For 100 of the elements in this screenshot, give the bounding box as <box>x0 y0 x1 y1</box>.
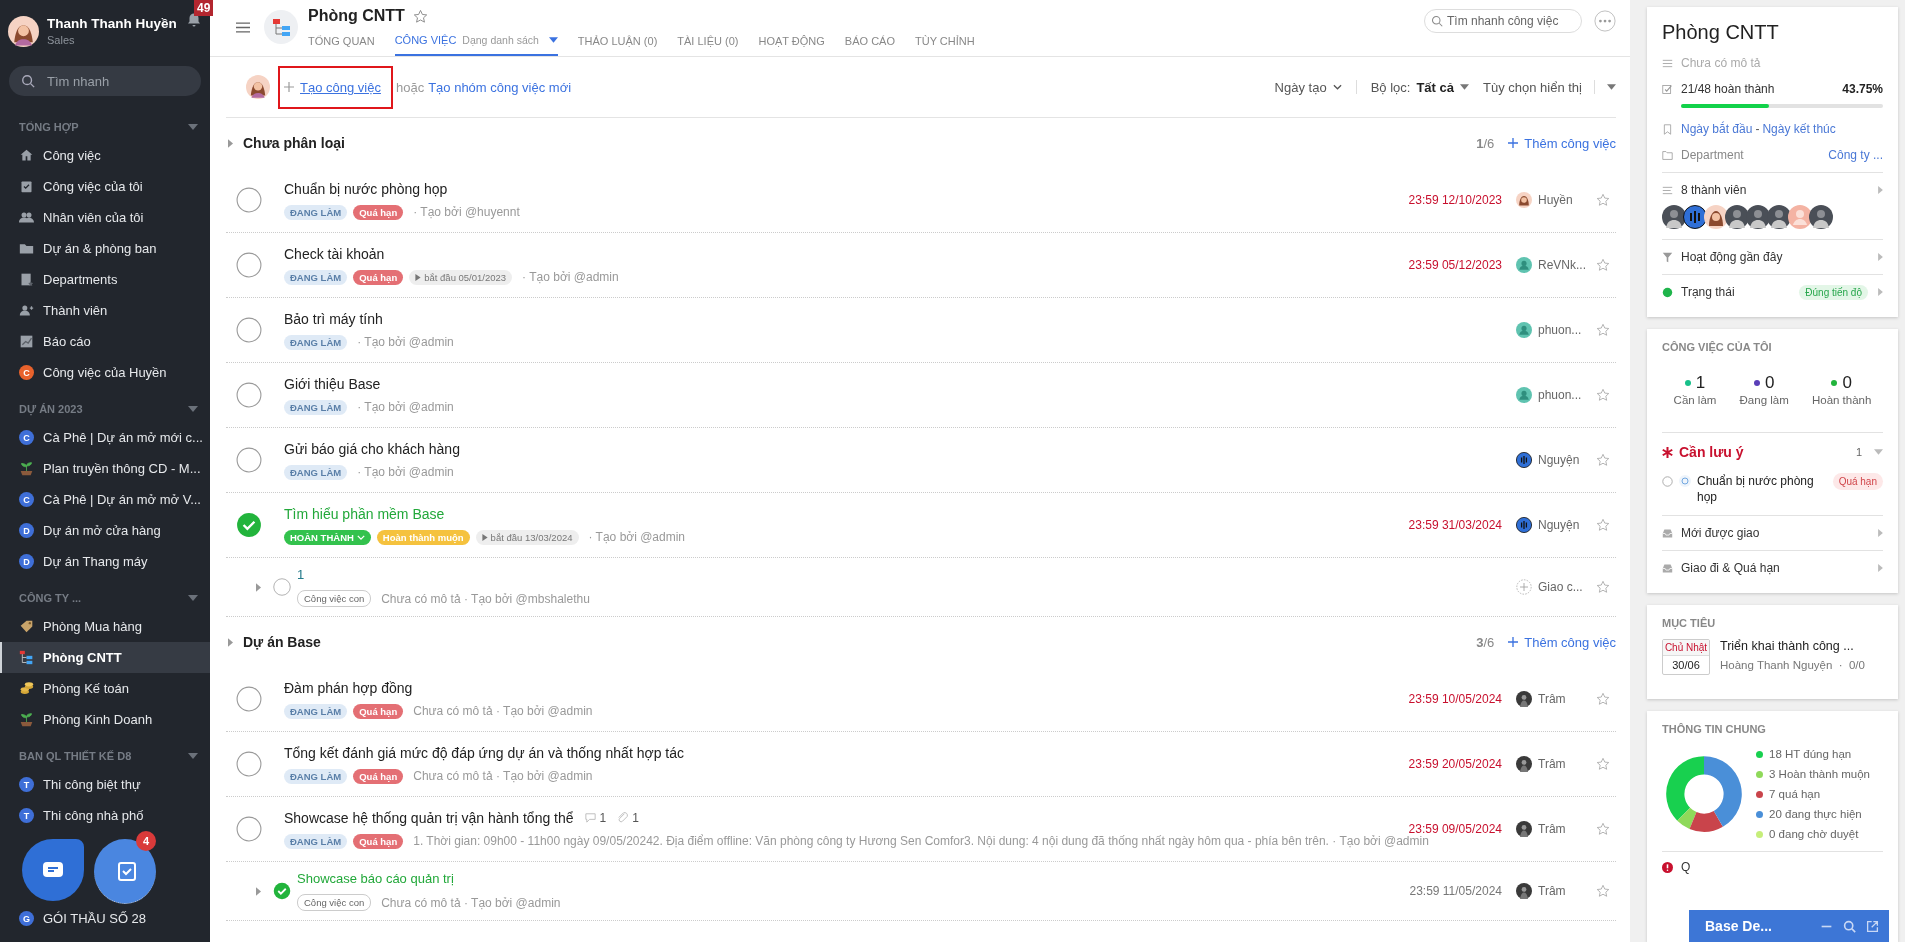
sidebar-item[interactable]: C Cà Phê | Dự án mở mới c... <box>0 422 210 453</box>
assignee-avatar[interactable] <box>1516 452 1532 468</box>
task-list-link[interactable]: Giao đi & Quá hạn <box>1681 561 1780 575</box>
sidebar-item[interactable]: Phòng CNTT <box>0 642 210 673</box>
tab[interactable]: HOẠT ĐỘNG <box>758 34 825 56</box>
sidebar-item[interactable]: C Cà Phê | Dự án mở mở V... <box>0 484 210 515</box>
assignee-avatar[interactable] <box>1516 756 1532 772</box>
expand-arrow-icon[interactable] <box>1878 253 1883 261</box>
task-checkbox[interactable] <box>236 187 262 213</box>
sidebar-item[interactable]: Báo cáo <box>0 326 210 357</box>
search-field[interactable]: Tìm nhanh <box>9 66 201 96</box>
task-checkbox[interactable] <box>236 816 262 842</box>
member-avatar[interactable] <box>1683 205 1707 229</box>
member-avatar[interactable] <box>1767 205 1791 229</box>
tab[interactable]: THẢO LUẬN (0) <box>577 34 658 56</box>
expand-arrow-icon[interactable] <box>1878 529 1883 537</box>
star-icon[interactable] <box>412 8 428 24</box>
task-title[interactable]: Chuẩn bị nước phòng họp <box>284 180 448 197</box>
expand-arrow-icon[interactable] <box>1878 564 1883 572</box>
task-list-link[interactable]: Mới được giao <box>1681 526 1760 540</box>
task-checkbox[interactable] <box>273 578 291 596</box>
more-icon[interactable] <box>1594 10 1616 32</box>
tab[interactable]: CÔNG VIỆC Dạng danh sách <box>394 34 558 56</box>
task-title[interactable]: Showcase hệ thống quản trị vận hành tổng thể <box>284 809 574 826</box>
sidebar-item[interactable]: Phòng Kế toán <box>0 673 210 704</box>
star-icon[interactable] <box>1596 580 1610 594</box>
star-icon[interactable] <box>1596 884 1610 898</box>
sidebar-item[interactable]: Thành viên <box>0 295 210 326</box>
caret-icon[interactable] <box>228 138 233 148</box>
sidebar-item[interactable]: Plan truyền thông CD - M... <box>0 453 210 484</box>
tab[interactable]: BÁO CÁO <box>844 34 895 56</box>
member-avatar[interactable] <box>1809 205 1833 229</box>
star-icon[interactable] <box>1596 193 1610 207</box>
expand-arrow-icon[interactable] <box>1878 288 1883 296</box>
filter-dropdown[interactable]: Bộ lọc: Tất cả <box>1370 79 1469 95</box>
task-title[interactable]: Giới thiệu Base <box>284 375 381 392</box>
assignee-avatar[interactable] <box>1516 821 1532 837</box>
expand-arrow-icon[interactable] <box>1878 186 1883 194</box>
task-title[interactable]: Bảo trì máy tính <box>284 310 383 327</box>
display-options-dropdown[interactable]: Tùy chọn hiển thị <box>1483 79 1616 95</box>
sidebar-item[interactable]: T Thi công biệt thự <box>0 769 210 800</box>
task-checkbox[interactable] <box>236 252 262 278</box>
sidebar-item[interactable]: Nhân viên của tôi <box>0 202 210 233</box>
caret-icon[interactable] <box>188 406 198 412</box>
star-icon[interactable] <box>1596 757 1610 771</box>
sidebar-item[interactable]: D Dự án Thang máy <box>0 546 210 577</box>
assignee-avatar[interactable] <box>1516 517 1532 533</box>
completed-check-icon[interactable] <box>273 882 291 900</box>
member-avatar[interactable] <box>1662 205 1686 229</box>
search-icon[interactable] <box>1843 919 1856 933</box>
star-icon[interactable] <box>1596 323 1610 337</box>
caret-icon[interactable] <box>256 886 261 896</box>
tab[interactable]: TÀI LIỆU (0) <box>677 34 739 56</box>
add-task-link[interactable]: Thêm công việc <box>1508 135 1616 151</box>
task-checkbox[interactable] <box>236 686 262 712</box>
sort-dropdown[interactable]: Ngày tạo <box>1274 79 1342 95</box>
task-checkbox[interactable] <box>236 447 262 473</box>
sidebar-item[interactable]: D Dự án mở cửa hàng <box>0 515 210 546</box>
subtask-title[interactable]: 1 <box>297 567 305 582</box>
task-title[interactable]: Tổng kết đánh giá mức độ đáp ứng dự án và thống nhất hợp tác <box>284 744 684 761</box>
recent-activity-label[interactable]: Hoạt động gần đây <box>1681 250 1783 264</box>
tab[interactable]: TÙY CHỈNH <box>915 34 975 56</box>
sidebar-item[interactable]: G GÓI THẦU SỐ 28 <box>0 903 210 934</box>
attention-task[interactable]: Chuẩn bị nước phòng họp <box>1697 473 1827 505</box>
menu-icon[interactable] <box>236 22 250 33</box>
user-avatar[interactable] <box>8 15 39 47</box>
sidebar-item[interactable]: Phòng Kinh Doanh <box>0 704 210 735</box>
sidebar-item[interactable]: Phòng Mua hàng <box>0 611 210 642</box>
caret-icon[interactable] <box>188 753 198 759</box>
create-group-link[interactable]: Tạo nhóm công việc mới <box>428 79 572 95</box>
department-link[interactable]: Công ty ... <box>1828 148 1883 162</box>
caret-icon[interactable] <box>188 595 198 601</box>
caret-icon[interactable] <box>256 582 261 592</box>
task-title[interactable]: Đàm phán hợp đồng <box>284 679 413 696</box>
external-link-icon[interactable] <box>1866 919 1879 933</box>
caret-icon[interactable] <box>188 124 198 130</box>
star-icon[interactable] <box>1596 692 1610 706</box>
assignee-avatar[interactable] <box>1516 691 1532 707</box>
assignee-avatar[interactable] <box>1516 883 1532 899</box>
task-title[interactable]: Gửi báo giá cho khách hàng <box>284 440 460 457</box>
task-checkbox[interactable] <box>236 382 262 408</box>
sidebar-item[interactable]: C Công việc của Huyền <box>0 357 210 388</box>
caret-icon[interactable] <box>228 637 233 647</box>
sidebar-item[interactable]: T Thi công nhà phố <box>0 800 210 831</box>
member-avatar[interactable] <box>1704 205 1728 229</box>
member-avatar[interactable] <box>1746 205 1770 229</box>
task-checkbox[interactable] <box>236 751 262 777</box>
start-date-link[interactable]: Ngày bắt đầu <box>1681 122 1753 136</box>
sidebar-item[interactable]: Departments <box>0 264 210 295</box>
add-task-link[interactable]: Thêm công việc <box>1508 634 1616 650</box>
star-icon[interactable] <box>1596 388 1610 402</box>
task-checkbox[interactable] <box>236 317 262 343</box>
sidebar-item[interactable]: Công việc <box>0 140 210 171</box>
end-date-link[interactable]: Ngày kết thúc <box>1762 122 1836 136</box>
assignee-avatar[interactable] <box>1516 192 1532 208</box>
task-title[interactable]: Check tài khoản <box>284 245 385 262</box>
sidebar-item[interactable]: Dự án & phòng ban <box>0 233 210 264</box>
chat-bar[interactable]: Base De... <box>1689 910 1889 942</box>
tab[interactable]: TỔNG QUAN <box>308 34 375 56</box>
search-field[interactable]: Tìm nhanh công việc <box>1424 9 1582 33</box>
